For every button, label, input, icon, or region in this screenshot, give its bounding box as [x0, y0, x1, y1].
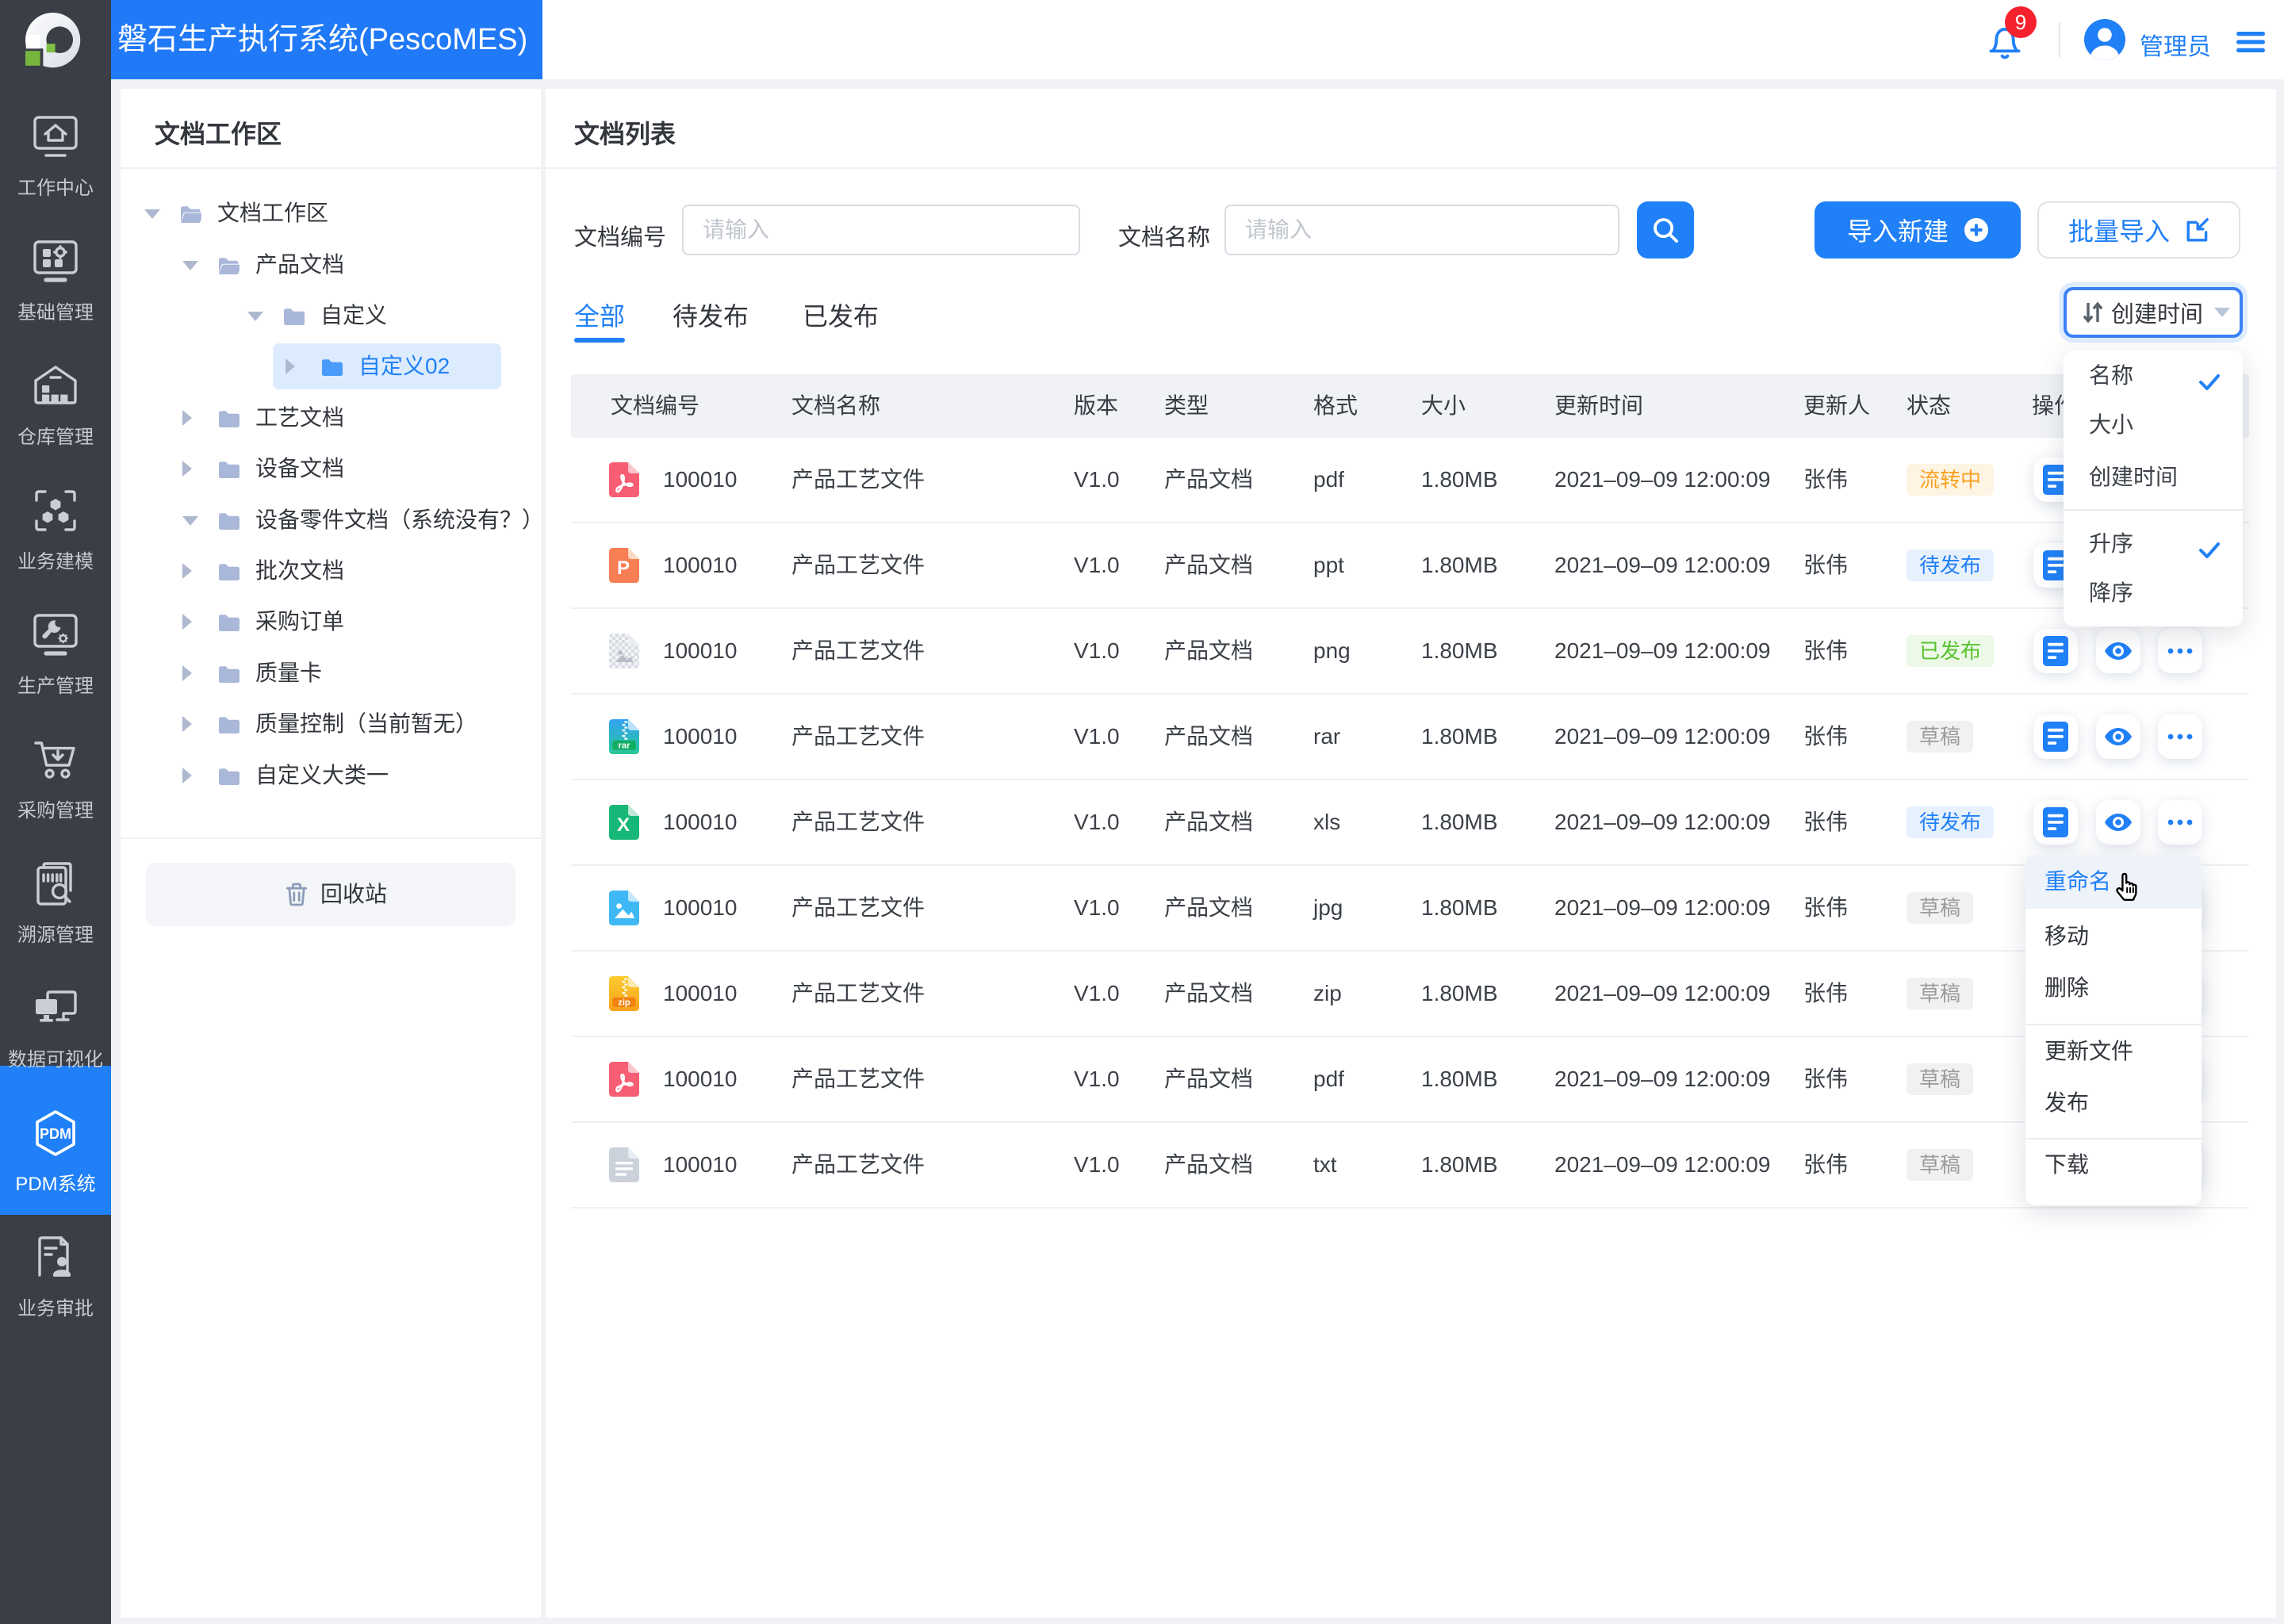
svg-text:zip: zip: [618, 998, 630, 1008]
svg-text:rar: rar: [619, 741, 631, 751]
svg-text:X: X: [617, 814, 630, 836]
svg-text:PDM: PDM: [40, 1126, 71, 1142]
svg-text:P: P: [617, 557, 630, 579]
